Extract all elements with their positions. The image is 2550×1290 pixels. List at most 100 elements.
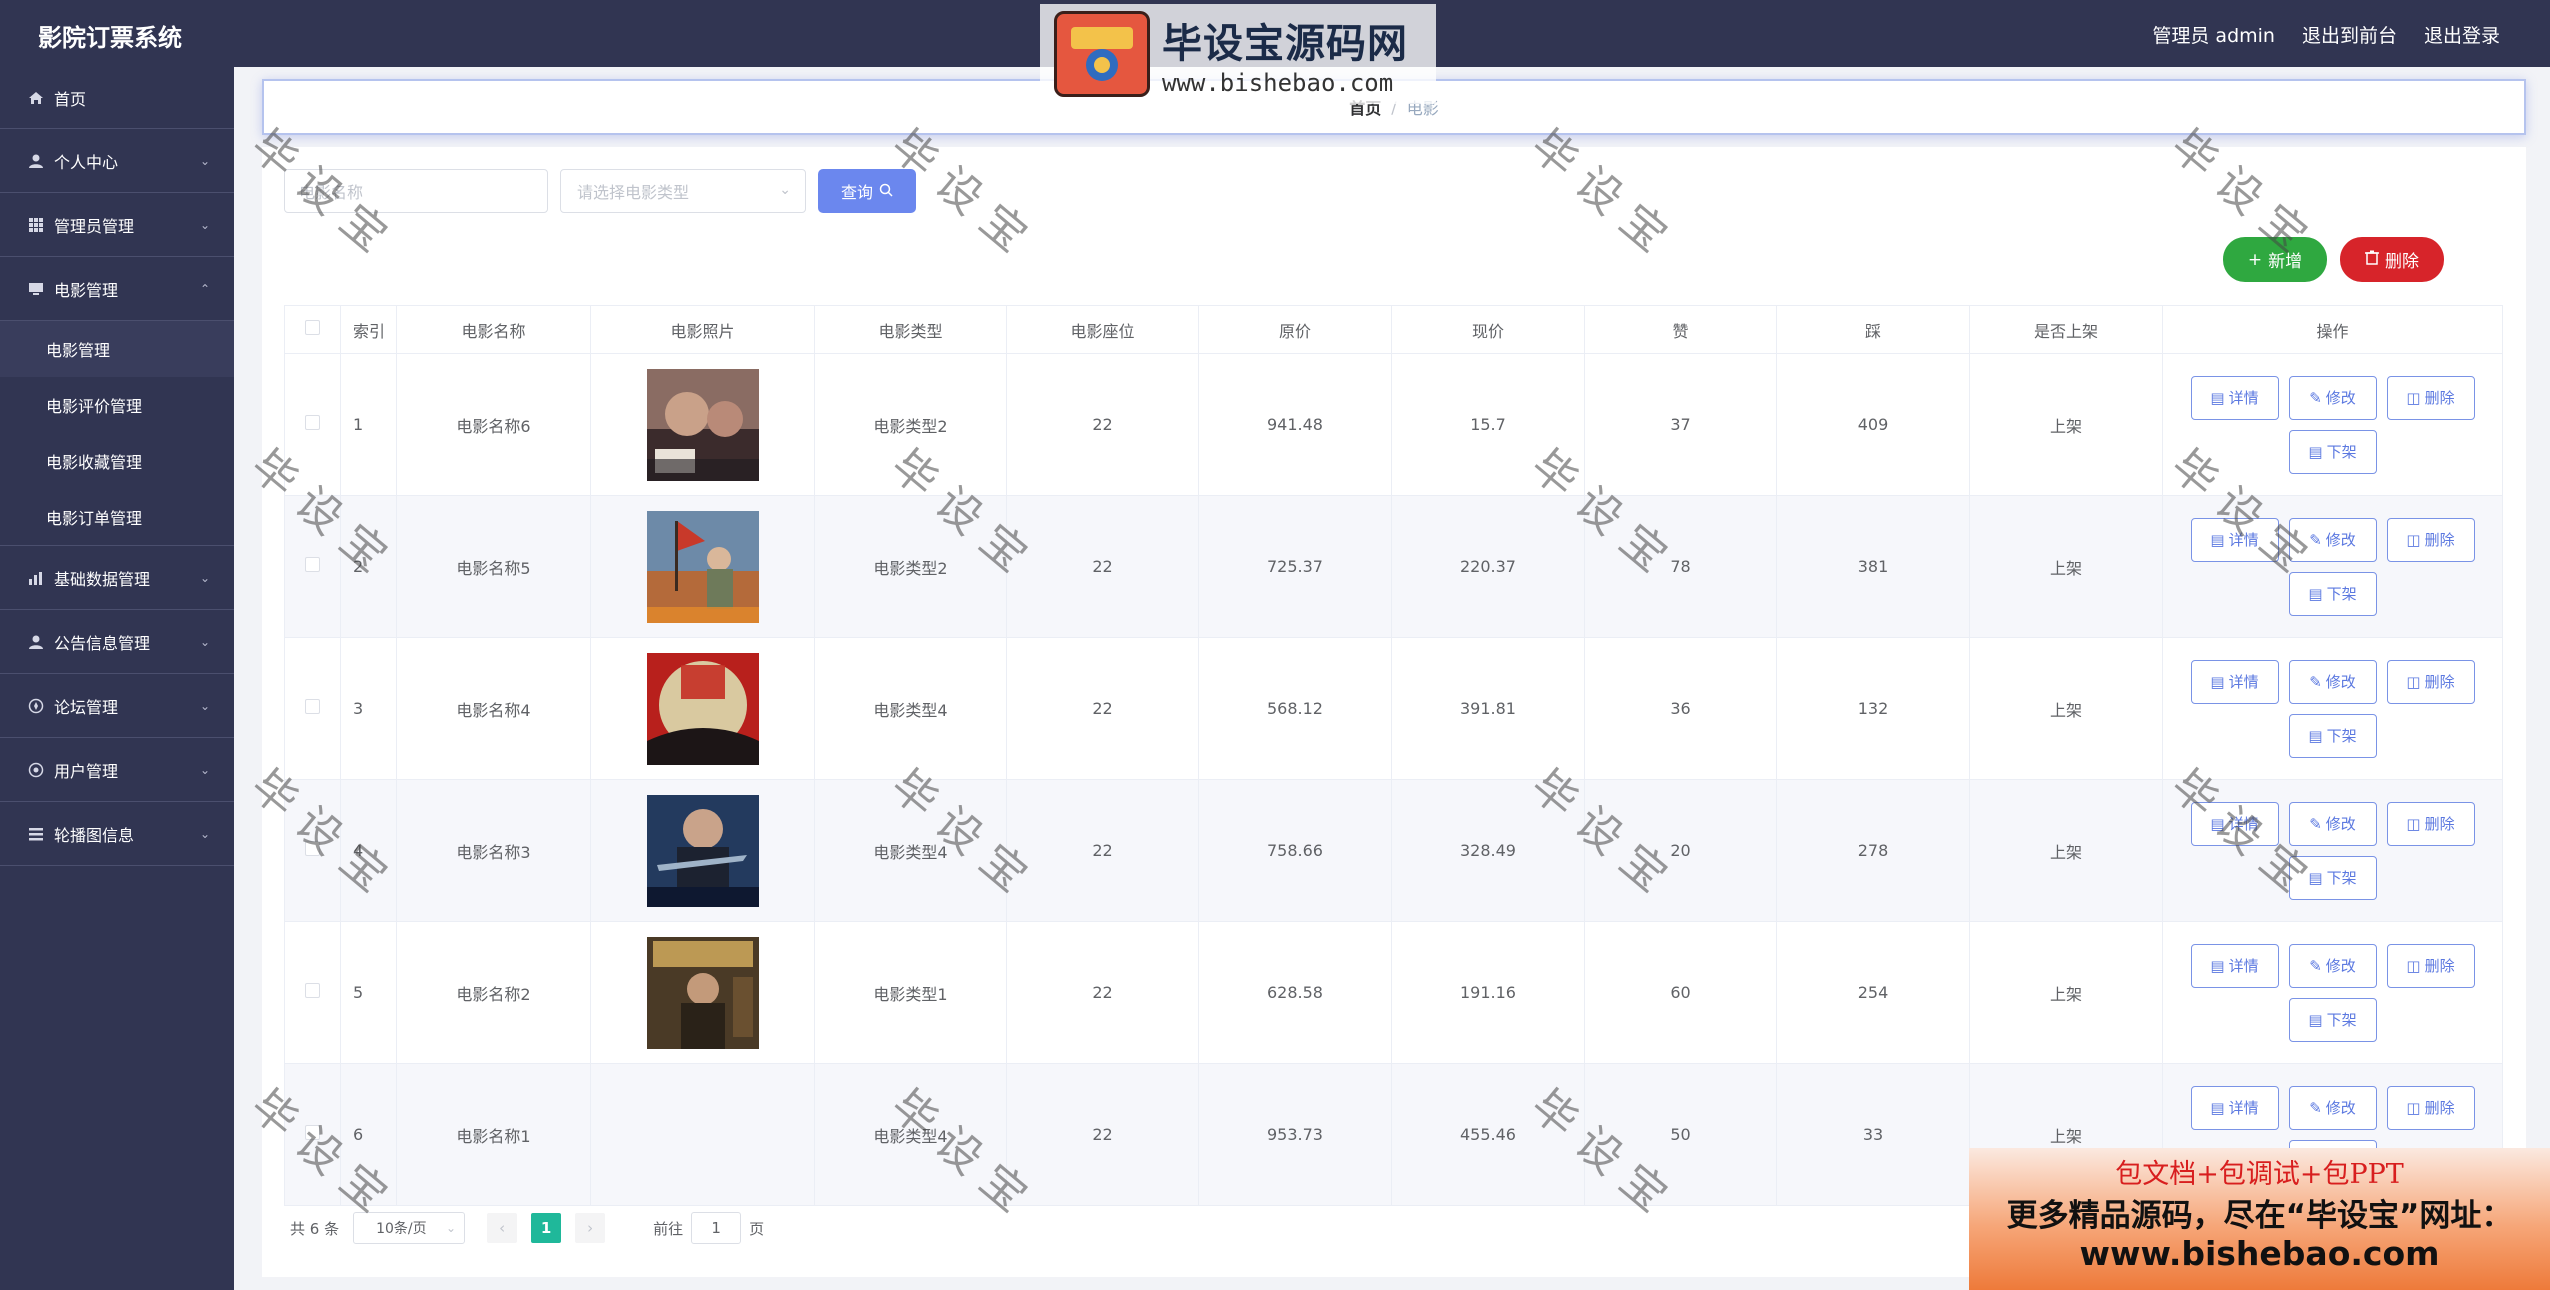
table-row: 4 电影名称3 电影类型4 22 758.66 328.49 20 278 上架… <box>284 779 2503 922</box>
row-select-cell <box>284 779 341 922</box>
detail-button[interactable]: ▤ 详情 <box>2190 1085 2279 1130</box>
ops-cell: ▤详情 ✎修改 ◫删除 ▤下架 <box>2162 921 2503 1064</box>
row-select-cell <box>284 495 341 638</box>
detail-button[interactable]: ▤ 详情 <box>2190 943 2279 988</box>
sidebar-item-home[interactable]: 首页 <box>0 67 234 129</box>
edit-button[interactable]: ✎ 修改 <box>2288 1085 2377 1130</box>
sidebar-item-carousel[interactable]: 轮播图信息 ⌄ <box>0 802 234 866</box>
dislike-count: 409 <box>1776 353 1970 496</box>
edit-button[interactable]: ✎ 修改 <box>2288 517 2377 562</box>
watermark-logo: 毕设宝源码网 www.bishebao.com <box>1040 4 1436 104</box>
movie-type: 电影类型4 <box>814 1063 1007 1206</box>
offshelf-button[interactable]: ▤下架 <box>2288 997 2377 1042</box>
pencil-icon: ✎ <box>2309 672 2322 691</box>
movie-poster-image <box>646 794 759 907</box>
submenu-item-movie-favorite[interactable]: 电影收藏管理 <box>0 433 234 489</box>
delete-button[interactable]: ◫ 删除 <box>2386 375 2475 420</box>
column-header: 赞 <box>1584 305 1777 354</box>
next-page-button[interactable]: › <box>575 1213 606 1243</box>
page-size-value: 10条/页 <box>376 1221 427 1237</box>
row-select-cell <box>284 353 341 496</box>
detail-button[interactable]: ▤ 详情 <box>2190 801 2279 846</box>
select-all-checkbox[interactable] <box>305 320 320 335</box>
edit-label: 修改 <box>2325 1099 2356 1117</box>
list-icon <box>28 826 44 842</box>
edit-button[interactable]: ✎ 修改 <box>2288 801 2377 846</box>
sidebar-item-notice[interactable]: 公告信息管理 ⌄ <box>0 610 234 674</box>
row-select-cell <box>284 1063 341 1206</box>
add-button[interactable]: + 新增 <box>2223 237 2327 282</box>
column-header: 是否上架 <box>1969 305 2163 354</box>
detail-button[interactable]: ▤ 详情 <box>2190 659 2279 704</box>
chevron-down-icon: ⌄ <box>199 762 210 777</box>
page-number[interactable]: 1 <box>531 1213 562 1243</box>
logout-link[interactable]: 退出登录 <box>2424 21 2500 48</box>
column-header: 索引 <box>340 305 397 354</box>
batch-delete-button[interactable]: 删除 <box>2340 237 2444 282</box>
movie-type: 电影类型2 <box>814 353 1007 496</box>
detail-label: 详情 <box>2228 673 2259 691</box>
sidebar-item-basic-data[interactable]: 基础数据管理 ⌄ <box>0 546 234 610</box>
page-size-select[interactable]: 10条/页 ⌄ <box>353 1212 466 1244</box>
detail-button[interactable]: ▤ 详情 <box>2190 517 2279 562</box>
delete-button[interactable]: ◫ 删除 <box>2386 517 2475 562</box>
sidebar-item-forum[interactable]: 论坛管理 ⌄ <box>0 674 234 738</box>
delete-button[interactable]: ◫ 删除 <box>2386 1085 2475 1130</box>
monitor-icon <box>28 281 44 297</box>
promo-line-2: 更多精品源码，尽在“毕设宝”网址： <box>2006 1198 2513 1234</box>
delete-button[interactable]: ◫ 删除 <box>2386 801 2475 846</box>
sidebar-item-movies[interactable]: 电影管理 ⌃ <box>0 257 234 321</box>
trash-icon: ◫ <box>2406 388 2421 407</box>
movie-seats: 22 <box>1006 353 1199 496</box>
dislike-count: 254 <box>1776 921 1970 1064</box>
submenu-item-movie-review[interactable]: 电影评价管理 <box>0 377 234 433</box>
chevron-down-icon: ⌄ <box>199 634 210 649</box>
movie-type-select[interactable]: 请选择电影类型 ⌄ <box>560 169 806 213</box>
offshelf-button[interactable]: ▤下架 <box>2288 713 2377 758</box>
query-button[interactable]: 查询 <box>818 169 916 213</box>
sidebar-item-personal[interactable]: 个人中心 ⌄ <box>0 129 234 193</box>
dislike-count: 381 <box>1776 495 1970 638</box>
row-checkbox[interactable] <box>305 699 320 714</box>
current-price: 455.46 <box>1391 1063 1585 1206</box>
offshelf-button[interactable]: ▤下架 <box>2288 429 2377 474</box>
movie-type: 电影类型2 <box>814 495 1007 638</box>
shelf-status: 上架 <box>1969 353 2163 496</box>
go-front-link[interactable]: 退出到前台 <box>2302 21 2397 48</box>
document-icon: ▤ <box>2210 530 2225 549</box>
like-count: 20 <box>1584 779 1777 922</box>
row-checkbox[interactable] <box>305 841 320 856</box>
delete-label: 删除 <box>2424 673 2455 691</box>
detail-button[interactable]: ▤ 详情 <box>2190 375 2279 420</box>
movie-type: 电影类型1 <box>814 921 1007 1064</box>
edit-button[interactable]: ✎ 修改 <box>2288 943 2377 988</box>
edit-button[interactable]: ✎ 修改 <box>2288 659 2377 704</box>
edit-button[interactable]: ✎ 修改 <box>2288 375 2377 420</box>
sidebar-item-label: 论坛管理 <box>54 697 119 717</box>
delete-button[interactable]: ◫ 删除 <box>2386 659 2475 704</box>
offshelf-button[interactable]: ▤下架 <box>2288 571 2377 616</box>
delete-button[interactable]: ◫ 删除 <box>2386 943 2475 988</box>
pencil-icon: ✎ <box>2309 1098 2322 1117</box>
chevron-down-icon: ⌄ <box>199 826 210 841</box>
row-checkbox[interactable] <box>305 983 320 998</box>
row-checkbox[interactable] <box>305 1125 320 1140</box>
prev-page-button[interactable]: ‹ <box>487 1213 518 1243</box>
sidebar-item-admins[interactable]: 管理员管理 ⌄ <box>0 193 234 257</box>
table-row: 1 电影名称6 电影类型2 22 941.48 15.7 37 409 上架 ▤… <box>284 353 2503 496</box>
goto-page-input[interactable]: 1 <box>691 1212 742 1244</box>
offshelf-button[interactable]: ▤下架 <box>2288 855 2377 900</box>
sidebar-item-users[interactable]: 用户管理 ⌄ <box>0 738 234 802</box>
movie-name-input[interactable]: 电影名称 <box>284 169 548 213</box>
row-checkbox[interactable] <box>305 557 320 572</box>
row-checkbox[interactable] <box>305 415 320 430</box>
shelf-status: 上架 <box>1969 637 2163 780</box>
submenu-item-movie-order[interactable]: 电影订单管理 <box>0 489 234 545</box>
like-count: 60 <box>1584 921 1777 1064</box>
promo-line-1: 包文档+包调试+包PPT <box>2115 1159 2404 1190</box>
current-price: 15.7 <box>1391 353 1585 496</box>
pencil-icon: ✎ <box>2309 388 2322 407</box>
submenu-item-movie-manage[interactable]: 电影管理 <box>0 321 234 377</box>
movie-name: 电影名称5 <box>396 495 591 638</box>
poster-cell <box>590 1063 815 1206</box>
